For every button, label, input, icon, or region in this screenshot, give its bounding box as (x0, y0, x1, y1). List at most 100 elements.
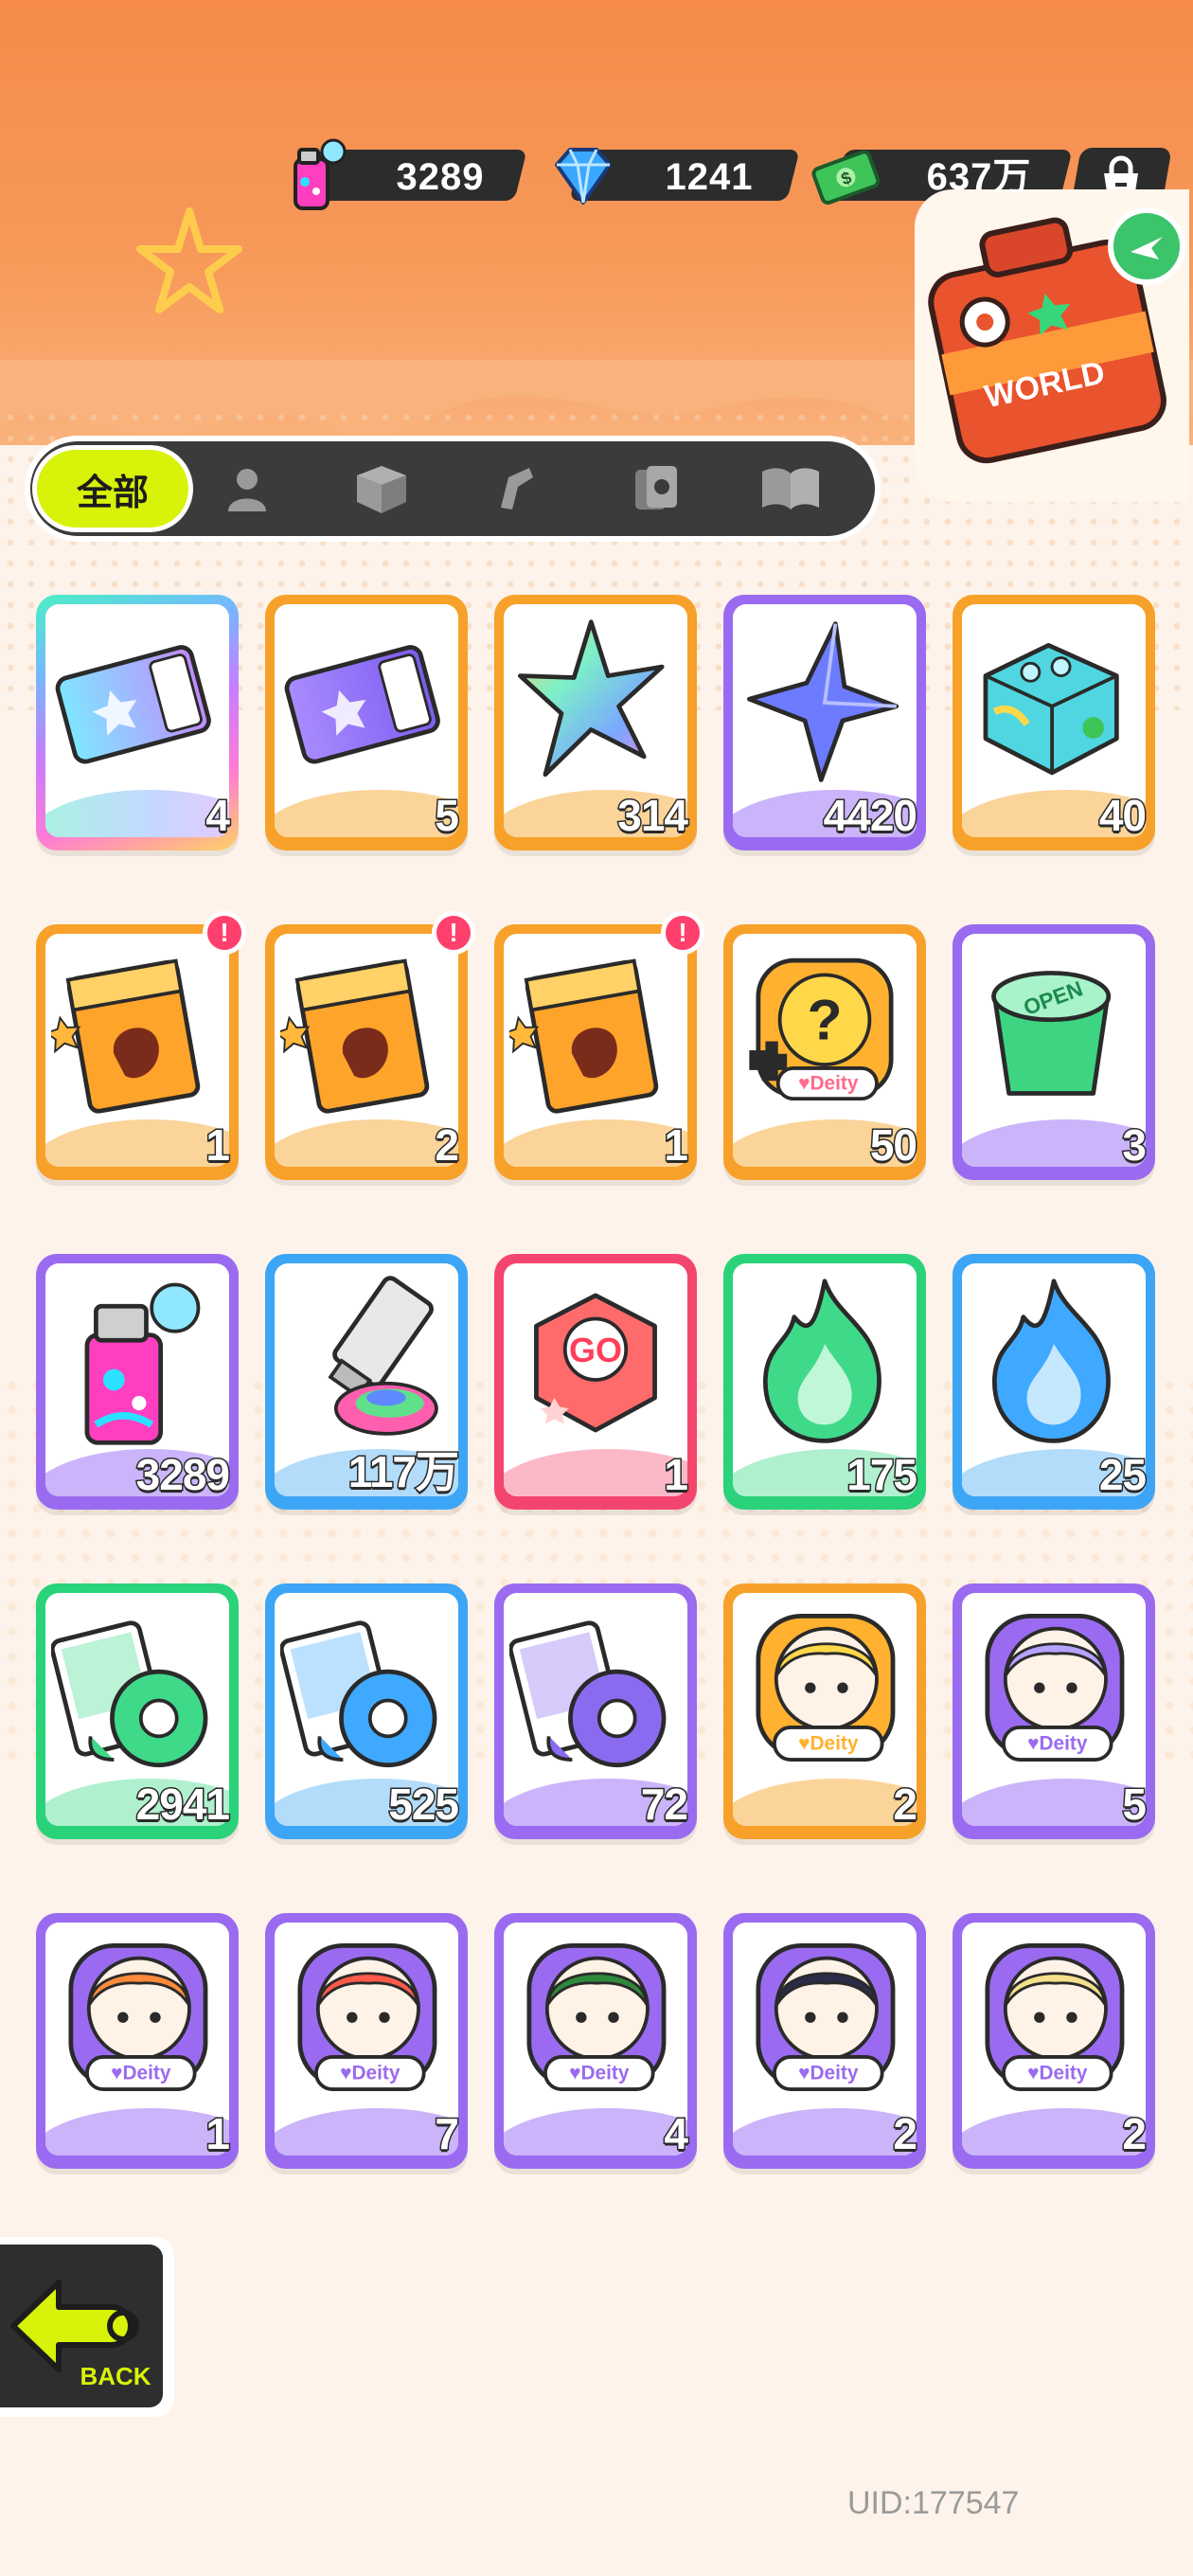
inventory-item-card[interactable]: 314 (494, 595, 697, 850)
spray-count: 3289 (396, 156, 485, 198)
item-count: 72 (639, 1779, 689, 1831)
svg-text:GO: GO (569, 1331, 622, 1369)
inventory-item-card[interactable]: ? ♥Deity 50 (723, 924, 926, 1180)
currency-gem[interactable]: 1241 (543, 144, 800, 208)
item-count: 1 (663, 1449, 690, 1501)
deity-pack-icon (280, 958, 430, 1114)
inventory-item-card[interactable]: ♥Deity 2 (953, 1913, 1155, 2169)
inventory-item-card[interactable]: 117万 (265, 1254, 468, 1510)
purple-ticket-icon (284, 645, 440, 764)
world-event-button[interactable]: WORLD (915, 189, 1189, 502)
inventory-item-card[interactable]: ♥Deity 5 (953, 1583, 1155, 1839)
inventory-item-card[interactable]: ♥Deity 2 (723, 1913, 926, 2169)
inventory-item-card[interactable]: 4420 (723, 595, 926, 850)
open-cup-icon: OPEN (991, 971, 1112, 1096)
item-count: 50 (868, 1119, 918, 1172)
inventory-item-card[interactable]: 40 (953, 595, 1155, 850)
svg-text:♥Deity: ♥Deity (1027, 2063, 1088, 2084)
paint-tube-icon (328, 1276, 438, 1436)
tab-spray[interactable] (473, 453, 559, 525)
new-alert-badge: ! (661, 911, 704, 955)
user-id: UID:177547 (847, 2485, 1020, 2521)
inventory-item-card[interactable]: 1! (36, 911, 246, 1180)
inventory-item-card[interactable]: ♥Deity 1 (36, 1913, 239, 2169)
item-count: 5 (1121, 1779, 1148, 1831)
svg-text:♥Deity: ♥Deity (798, 1733, 859, 1755)
item-count: 4420 (822, 790, 918, 842)
item-count: 2 (892, 2108, 919, 2160)
deity-pack-icon (51, 958, 201, 1114)
tab-cards[interactable] (614, 453, 699, 525)
inventory-item-card[interactable]: 525 (265, 1583, 468, 1839)
inventory-item-card[interactable]: 3289 (36, 1254, 239, 1510)
deity-pack-icon (509, 958, 659, 1114)
currency-cash[interactable]: $ 637万 (807, 144, 1073, 208)
rainbow-star-icon (518, 619, 665, 778)
inventory-item-card[interactable]: 2941 (36, 1583, 239, 1839)
svg-text:♥Deity: ♥Deity (798, 1073, 859, 1095)
inventory-item-card[interactable]: 175 (723, 1254, 926, 1510)
person-icon (228, 469, 266, 511)
back-label: BACK (80, 2362, 151, 2390)
spray-can-icon (84, 1282, 201, 1445)
book-icon (762, 468, 819, 510)
world-chest-icon: WORLD (928, 207, 1185, 464)
item-count: 4 (663, 2108, 690, 2160)
spray-can-icon (294, 138, 347, 210)
item-count: 1 (205, 2108, 232, 2160)
inventory-item-card[interactable]: 1! (494, 911, 704, 1180)
item-count: 40 (1097, 790, 1148, 842)
spray-gun-icon (501, 468, 533, 510)
item-count: 5 (434, 790, 461, 842)
new-alert-badge: ! (432, 911, 475, 955)
inventory-item-card[interactable]: ♥Deity 7 (265, 1913, 468, 2169)
deity-badge-blonde-icon: ♥Deity (756, 1614, 896, 1762)
item-count: 4 (205, 790, 232, 842)
back-button[interactable]: BACK (0, 2237, 174, 2417)
blue-star-icon (747, 621, 899, 782)
blue-flame-icon (992, 1279, 1111, 1443)
item-count: 1 (663, 1119, 690, 1172)
tab-all[interactable]: 全部 (32, 445, 193, 532)
cash-count: 637万 (926, 156, 1032, 198)
svg-text:♥Deity: ♥Deity (798, 2063, 859, 2084)
item-count: 3 (1121, 1119, 1148, 1172)
inventory-item-card[interactable]: 25 (953, 1254, 1155, 1510)
color-block-icon (983, 642, 1119, 776)
deity-badge-orange-hair-icon: ♥Deity (68, 1943, 208, 2091)
item-count: 1 (205, 1119, 232, 1172)
green-tape-cards-icon (51, 1620, 208, 1768)
deity-badge-lavender-icon: ♥Deity (985, 1614, 1125, 1762)
inventory-item-card[interactable]: OPEN 3 (953, 924, 1155, 1180)
back-arrow-icon: BACK (10, 2280, 151, 2390)
inventory-item-card[interactable]: ♥Deity 2 (723, 1583, 926, 1839)
box-icon (357, 466, 406, 513)
tab-character[interactable] (205, 453, 290, 525)
deity-badge-dark-icon: ♥Deity (756, 1943, 896, 2091)
svg-text:♥Deity: ♥Deity (1027, 1733, 1088, 1755)
inventory-item-card[interactable]: GO 1 (494, 1254, 697, 1510)
item-count: 2 (434, 1119, 461, 1172)
inventory-item-card[interactable]: 72 (494, 1583, 697, 1839)
purple-tape-cards-icon (509, 1620, 667, 1768)
new-alert-badge: ! (203, 911, 246, 955)
tab-box[interactable] (339, 453, 424, 525)
item-count: 2 (1121, 2108, 1148, 2160)
inventory-item-card[interactable]: 5 (265, 595, 468, 850)
inventory-item-card[interactable]: ♥Deity 4 (494, 1913, 697, 2169)
mystery-deity-icon: ? ♥Deity (749, 957, 894, 1101)
inventory-item-card[interactable]: 4 (36, 595, 239, 850)
svg-text:♥Deity: ♥Deity (569, 2063, 630, 2084)
item-count: 117万 (347, 1446, 460, 1498)
item-count: 2 (892, 1779, 919, 1831)
svg-text:♥Deity: ♥Deity (111, 2063, 171, 2084)
cards-icon (635, 466, 677, 510)
currency-spray[interactable]: 3289 (278, 138, 527, 210)
inventory-item-card[interactable]: 2! (265, 911, 475, 1180)
tab-book[interactable] (748, 453, 833, 525)
rainbow-ticket-icon (55, 645, 211, 764)
deity-badge-glasses-icon: ♥Deity (985, 1943, 1125, 2091)
green-flame-icon (763, 1279, 881, 1443)
item-count: 2941 (134, 1779, 231, 1831)
item-count: 25 (1097, 1449, 1148, 1501)
